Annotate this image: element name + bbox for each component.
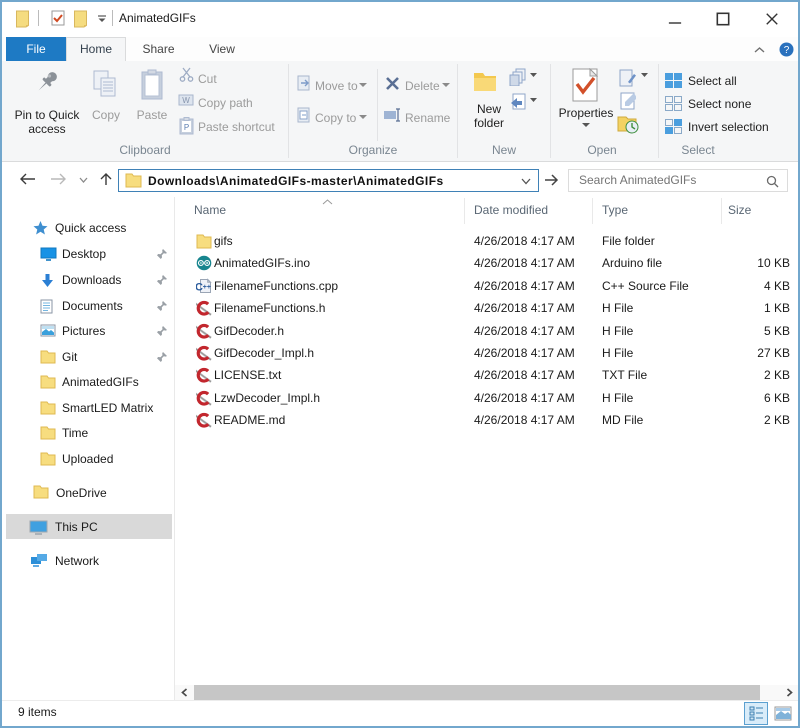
svg-text:P: P (184, 123, 189, 132)
svg-text:++: ++ (203, 284, 211, 291)
svg-text:?: ? (784, 45, 790, 56)
svg-text:W: W (182, 96, 190, 105)
